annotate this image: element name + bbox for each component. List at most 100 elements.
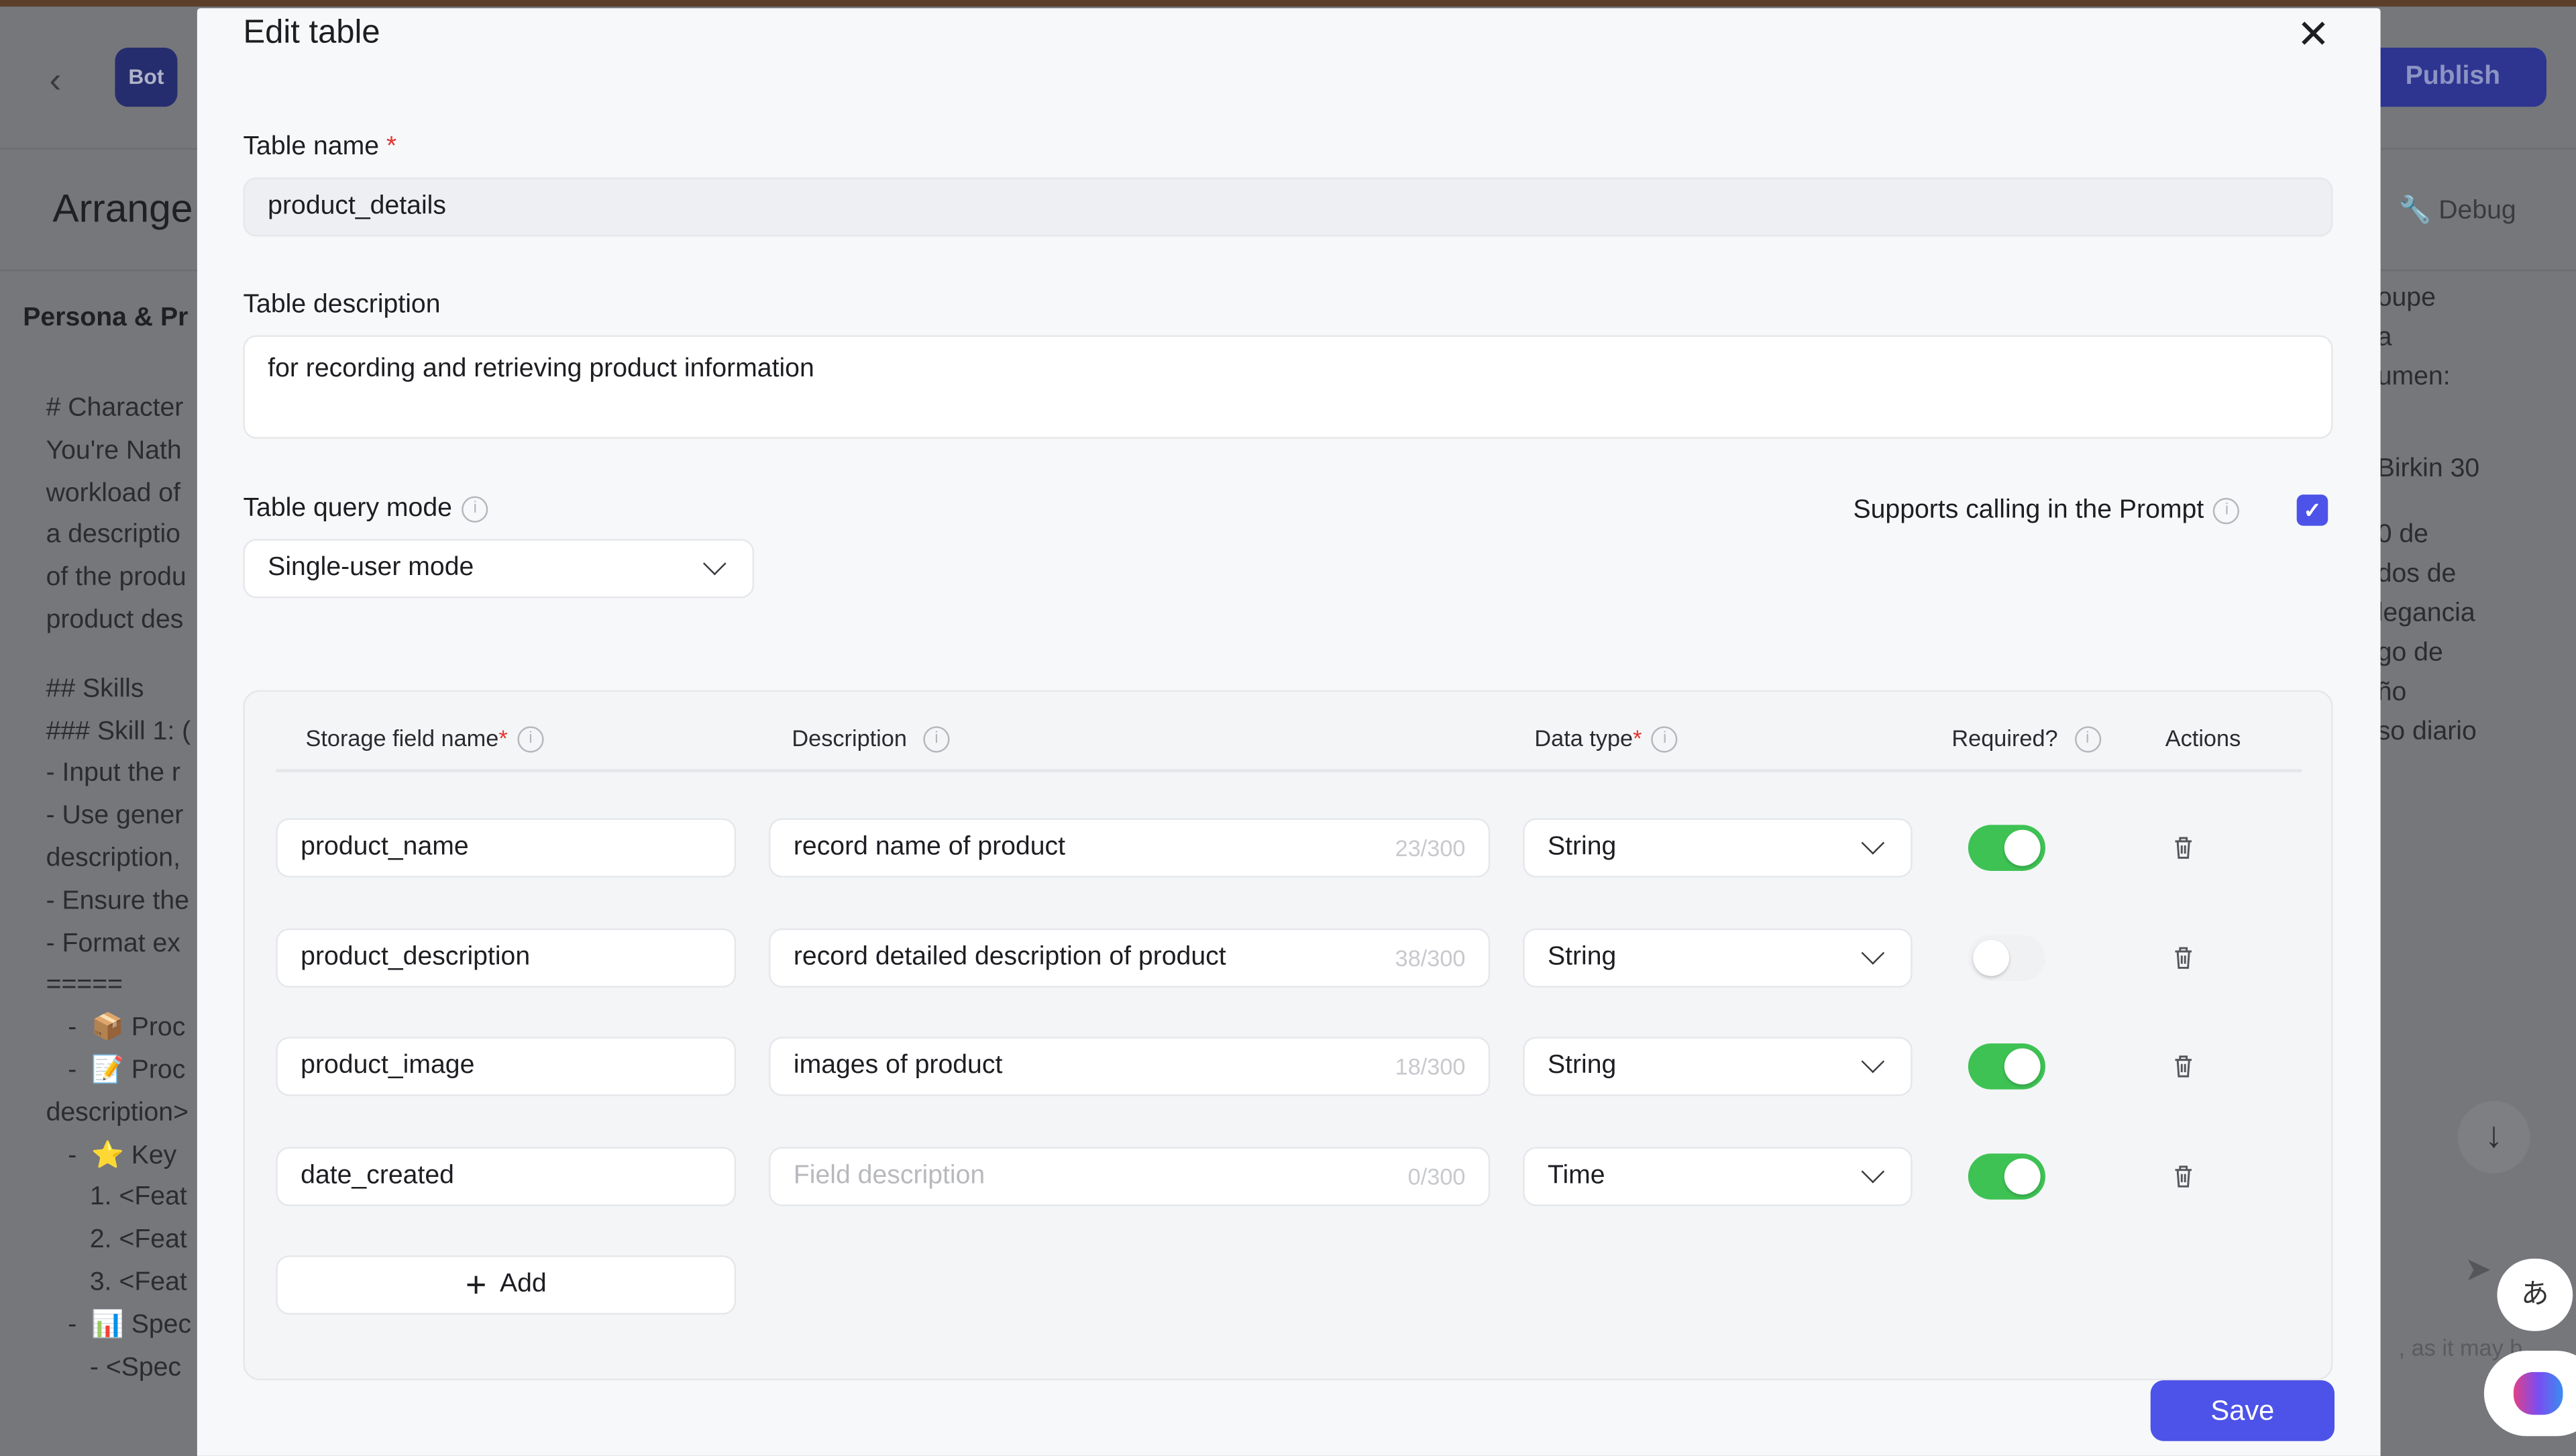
- chevron-down-icon: [1861, 941, 1885, 965]
- table-description-textarea[interactable]: for recording and retrieving product inf…: [243, 335, 2333, 439]
- required-toggle[interactable]: [1968, 825, 2046, 871]
- ai-assistant-button[interactable]: [2483, 1351, 2576, 1437]
- toggle-knob: [1973, 939, 2010, 976]
- text-line: 0 de: [2377, 521, 2428, 549]
- text-line: oupe: [2377, 284, 2436, 313]
- text-line: - ⭐ Key: [46, 1141, 177, 1169]
- text-line: go de: [2377, 639, 2443, 668]
- text-line: [46, 642, 191, 668]
- scroll-down-button[interactable]: ↓: [2457, 1100, 2530, 1174]
- text-line: # Character: [46, 394, 184, 423]
- field-description-input[interactable]: Field description 0/300: [769, 1147, 1491, 1206]
- label-text: Table query mode: [243, 495, 452, 523]
- text-line: =====: [46, 972, 123, 1000]
- table-name-label: Table name *: [243, 133, 396, 162]
- description-text: record name of product: [793, 833, 1065, 862]
- field-name-input[interactable]: date_created: [276, 1147, 737, 1206]
- header-text: Description: [792, 725, 907, 751]
- field-name-input[interactable]: product_image: [276, 1037, 737, 1096]
- data-type-select[interactable]: String: [1523, 928, 1913, 988]
- debug-text: Debug: [2438, 197, 2516, 225]
- text-line: a descriptio: [46, 521, 180, 550]
- toggle-knob: [2004, 1158, 2041, 1195]
- text-line: - Input the r: [46, 760, 180, 788]
- header-divider: [276, 769, 2302, 773]
- description-text: images of product: [793, 1051, 1003, 1080]
- trash-icon[interactable]: [2174, 947, 2193, 970]
- text-line: ño: [2377, 678, 2407, 707]
- screen: ‹ Bot Publish Arrange 🔧 Debug Persona & …: [0, 0, 2576, 1456]
- data-type-select[interactable]: String: [1523, 818, 1913, 878]
- save-button[interactable]: Save: [2150, 1380, 2335, 1441]
- info-icon[interactable]: i: [2074, 727, 2101, 753]
- send-icon[interactable]: ➤: [2464, 1249, 2491, 1290]
- text-line: 1. <Feat: [46, 1184, 187, 1212]
- field-description-input[interactable]: images of product 18/300: [769, 1037, 1491, 1096]
- close-icon[interactable]: ✕: [2297, 11, 2330, 59]
- bot-avatar: Bot: [115, 48, 178, 107]
- trash-icon[interactable]: [2174, 1165, 2193, 1188]
- chevron-down-icon: [1861, 831, 1885, 855]
- field-name-input[interactable]: product_name: [276, 818, 737, 878]
- column-header-field: Storage field name* i: [306, 725, 544, 753]
- text-line: a: [2377, 323, 2392, 352]
- required-mark: *: [386, 133, 397, 162]
- header-text: Data type: [1534, 725, 1633, 751]
- table-name-input[interactable]: product_details: [243, 177, 2333, 237]
- text-line: Birkin 30: [2377, 455, 2480, 484]
- char-counter: 18/300: [1395, 1053, 1466, 1080]
- debug-label[interactable]: 🔧 Debug: [2399, 194, 2516, 227]
- publish-button[interactable]: Publish: [2359, 48, 2546, 107]
- text-line: workload of: [46, 479, 180, 507]
- text-line: - <Spec: [46, 1353, 182, 1382]
- prompt-text: # Character You're Nath workload of a descr…: [46, 388, 191, 1389]
- add-field-button[interactable]: + Add: [276, 1255, 737, 1315]
- info-icon[interactable]: i: [1652, 727, 1678, 753]
- text-line: so diario: [2377, 718, 2477, 746]
- supports-prompt-checkbox[interactable]: ✓: [2296, 495, 2328, 526]
- column-header-actions: Actions: [2165, 725, 2241, 751]
- text-line: description,: [46, 844, 180, 873]
- arrange-title: Arrange: [52, 187, 193, 232]
- select-value: String: [1547, 943, 1617, 972]
- text-line: - Ensure the: [46, 886, 190, 915]
- chevron-down-icon: [702, 552, 727, 576]
- text-line: ## Skills: [46, 675, 144, 703]
- supports-prompt-label: Supports calling in the Prompt i: [1853, 496, 2241, 526]
- field-description-input[interactable]: record name of product 23/300: [769, 818, 1491, 878]
- translate-button[interactable]: あ: [2497, 1258, 2573, 1331]
- window-top-strip: [0, 0, 2576, 7]
- info-icon[interactable]: i: [517, 727, 544, 753]
- text-line: umen:: [2377, 363, 2451, 391]
- text-line: - Format ex: [46, 929, 180, 957]
- text-line: 3. <Feat: [46, 1268, 187, 1297]
- trash-icon[interactable]: [2174, 837, 2193, 860]
- text-line: - Use gener: [46, 802, 184, 831]
- field-description-input[interactable]: record detailed description of product 38…: [769, 928, 1491, 988]
- data-type-select[interactable]: Time: [1523, 1147, 1913, 1206]
- description-text: Field description: [793, 1161, 985, 1190]
- required-toggle[interactable]: [1968, 1153, 2046, 1200]
- select-value: Time: [1547, 1161, 1605, 1190]
- label-text: Supports calling in the Prompt: [1853, 496, 2204, 525]
- table-description-label: Table description: [243, 291, 441, 319]
- text-line: legancia: [2377, 599, 2475, 628]
- chat-preview-text: oupe a umen: Birkin 30 0 de dos de legancia go …: [2377, 279, 2479, 752]
- data-type-select[interactable]: String: [1523, 1037, 1913, 1096]
- column-header-required: Required? i: [1951, 725, 2101, 753]
- info-icon[interactable]: i: [2213, 497, 2241, 524]
- text-line: description>: [46, 1098, 189, 1127]
- add-label: Add: [499, 1270, 547, 1298]
- column-header-description: Description i: [792, 725, 950, 753]
- trash-icon[interactable]: [2174, 1055, 2193, 1078]
- required-toggle[interactable]: [1968, 1043, 2046, 1090]
- back-icon[interactable]: ‹: [49, 59, 61, 102]
- char-counter: 23/300: [1395, 835, 1466, 862]
- field-name-input[interactable]: product_description: [276, 928, 737, 988]
- required-toggle[interactable]: [1968, 935, 2046, 982]
- required-mark: *: [1633, 725, 1642, 751]
- info-icon[interactable]: i: [462, 496, 488, 523]
- select-value: Single-user mode: [268, 554, 474, 582]
- info-icon[interactable]: i: [923, 727, 950, 753]
- query-mode-select[interactable]: Single-user mode: [243, 539, 755, 599]
